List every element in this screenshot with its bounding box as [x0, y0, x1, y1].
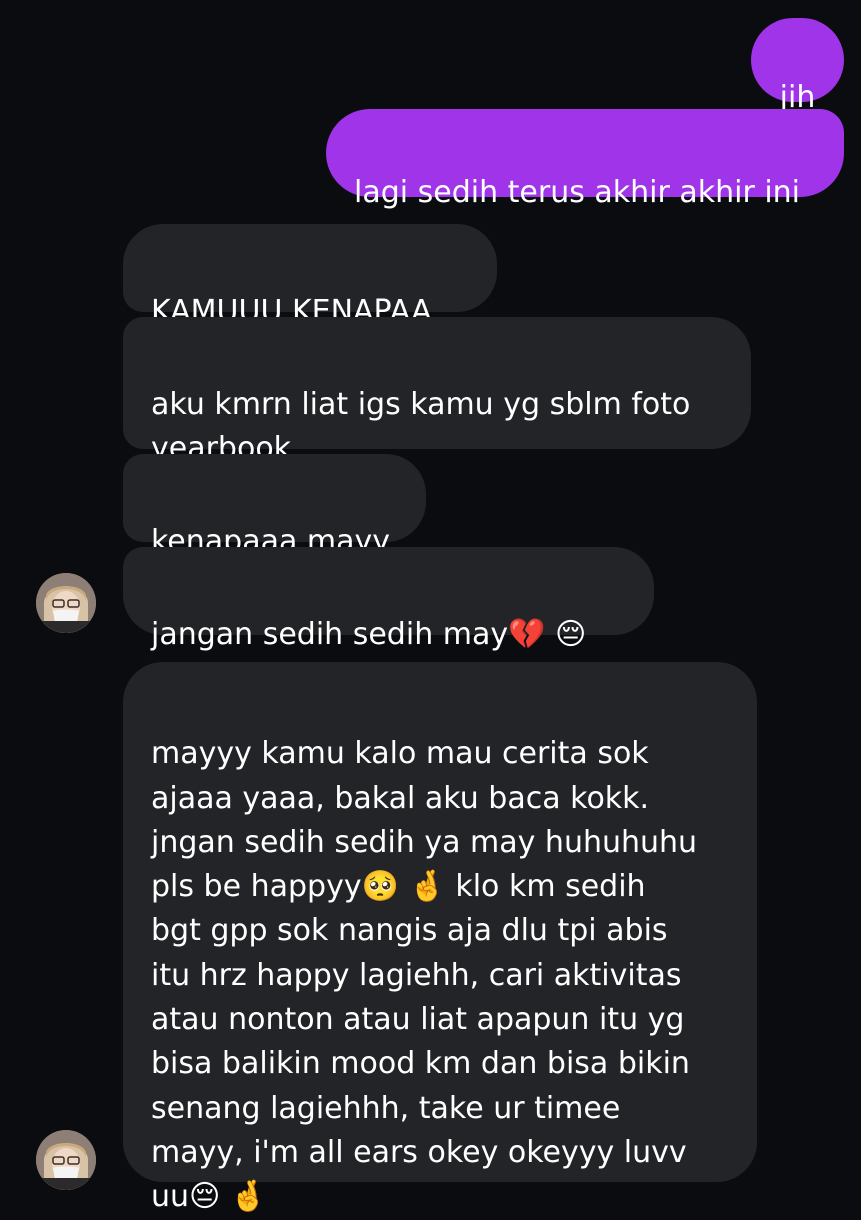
received-message-text: mayyy kamu kalo mau cerita sok ajaaa yaa… — [151, 736, 698, 1215]
profile-photo-avatar-icon — [36, 573, 96, 633]
sent-message-bubble[interactable]: jih — [751, 18, 844, 115]
received-message-bubble[interactable]: KAMUUU KENAPAA — [123, 224, 497, 329]
received-message-text: jangan sedih sedih may💔 😔 — [151, 617, 587, 652]
sender-avatar[interactable] — [36, 1130, 96, 1190]
chat-thread: jih lagi sedih terus akhir akhir ini KAM… — [0, 0, 861, 1214]
sent-message-bubble[interactable]: lagi sedih terus akhir akhir ini — [326, 109, 844, 210]
sent-message-text: lagi sedih terus akhir akhir ini — [354, 175, 801, 210]
received-message-bubble[interactable]: jangan sedih sedih may💔 😔 — [123, 547, 654, 652]
received-message-bubble[interactable]: kenapaaa mayy — [123, 454, 426, 559]
sender-avatar[interactable] — [36, 573, 96, 633]
received-message-bubble[interactable]: aku kmrn liat igs kamu yg sblm foto year… — [123, 317, 751, 466]
received-message-bubble[interactable]: mayyy kamu kalo mau cerita sok ajaaa yaa… — [123, 662, 757, 1214]
profile-photo-avatar-icon — [36, 1130, 96, 1190]
